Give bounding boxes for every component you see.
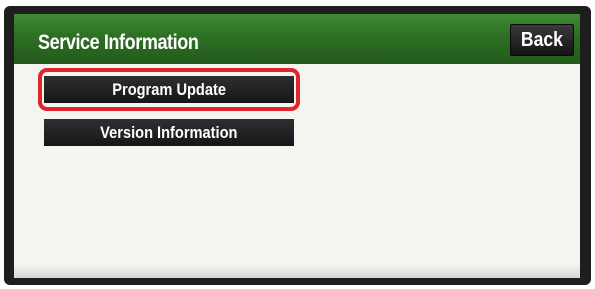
back-button[interactable]: Back [510,24,574,56]
version-information-button[interactable]: Version Information [44,119,294,146]
selection-highlight [38,68,300,111]
header-bar: Service Information Back [14,14,580,64]
service-information-screen: Service Information Back Program Update … [14,14,580,278]
page-title: Service Information [38,31,199,54]
version-information-label: Version Information [100,122,238,142]
screen-bottom-shade [14,264,580,278]
back-button-label: Back [520,28,564,51]
